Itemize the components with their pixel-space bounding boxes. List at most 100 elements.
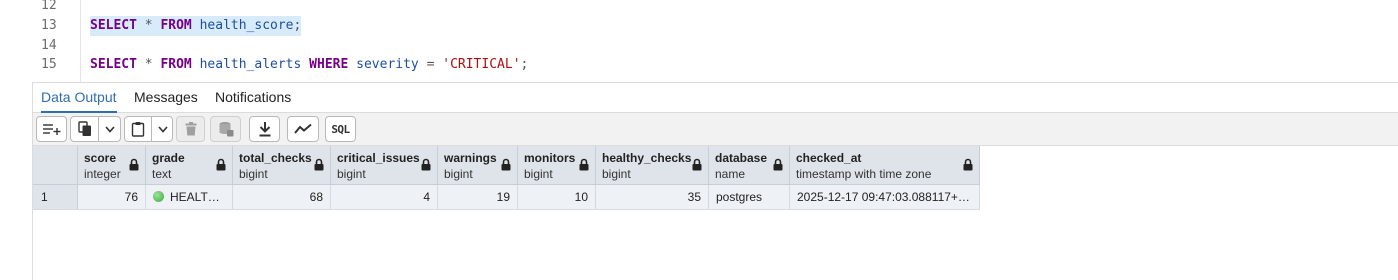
copy-button[interactable]	[71, 117, 98, 141]
line-number: 15	[41, 57, 57, 72]
column-header-monitors[interactable]: monitors bigint	[518, 146, 596, 185]
paste-icon	[131, 122, 145, 137]
lock-icon	[963, 158, 973, 171]
column-type: integer	[84, 167, 121, 181]
column-type: bigint	[602, 167, 631, 181]
column-name: monitors	[524, 151, 576, 165]
results-tab-bar: Data Output Messages Notifications	[33, 82, 1398, 113]
tab-notifications[interactable]: Notifications	[215, 83, 291, 113]
tab-data-output[interactable]: Data Output	[41, 83, 117, 113]
grade-value: HEALT…	[170, 190, 220, 204]
green-status-dot-icon	[153, 191, 164, 202]
semicolon: ;	[520, 57, 529, 72]
column-type: bigint	[444, 167, 473, 181]
table-cell-healthy-checks[interactable]: 35	[596, 185, 709, 210]
keyword-where: WHERE	[309, 57, 349, 72]
keyword-from: FROM	[160, 57, 192, 72]
column-type: name	[715, 167, 746, 181]
lock-icon	[773, 158, 783, 171]
sql-button[interactable]: SQL	[325, 116, 356, 142]
table-cell-database[interactable]: postgres	[709, 185, 790, 210]
column-type: timestamp with time zone	[796, 167, 932, 181]
column-header-checked-at[interactable]: checked_at timestamp with time zone	[790, 146, 980, 185]
add-row-icon	[42, 124, 60, 135]
download-icon	[259, 122, 270, 137]
column-identifier: severity	[356, 57, 419, 72]
data-output-toolbar: SQL	[33, 113, 1398, 146]
download-button[interactable]	[249, 116, 280, 142]
line-number: 12	[41, 0, 57, 13]
table-identifier: health_alerts	[199, 57, 302, 72]
table-cell-monitors[interactable]: 10	[518, 185, 596, 210]
table-cell-score[interactable]: 76	[78, 185, 146, 210]
lock-icon	[501, 158, 511, 171]
column-name: healthy_checks	[602, 151, 692, 165]
code-line-13[interactable]: SELECT * FROM health_score;	[90, 16, 302, 36]
star-operator: *	[136, 18, 161, 33]
sql-icon: SQL	[331, 122, 350, 136]
column-header-database[interactable]: database name	[709, 146, 790, 185]
table-cell-checked-at[interactable]: 2025-12-17 09:47:03.088117+…	[790, 185, 980, 210]
column-type: bigint	[337, 167, 366, 181]
column-header-warnings[interactable]: warnings bigint	[438, 146, 518, 185]
save-data-icon	[219, 122, 233, 137]
tab-messages[interactable]: Messages	[134, 83, 198, 113]
copy-icon	[77, 121, 91, 136]
chevron-down-icon	[157, 125, 168, 133]
keyword-select: SELECT	[90, 57, 137, 72]
graph-icon	[294, 123, 312, 134]
column-header-grade[interactable]: grade text	[146, 146, 233, 185]
lock-icon	[692, 158, 702, 171]
paste-button[interactable]	[125, 117, 151, 141]
save-data-button[interactable]	[210, 116, 241, 142]
lock-icon	[314, 158, 324, 171]
delete-icon	[185, 122, 196, 136]
table-cell-warnings[interactable]: 19	[438, 185, 518, 210]
table-identifier: health_score	[199, 18, 294, 33]
results-panel: Data Output Messages Notifications SQL s…	[32, 82, 1398, 280]
table-cell-total-checks[interactable]: 68	[233, 185, 331, 210]
chevron-down-icon	[105, 125, 115, 133]
paste-button-group	[124, 116, 173, 142]
table-cell-grade[interactable]: HEALT…	[146, 185, 233, 210]
column-name: critical_issues	[337, 151, 420, 165]
lock-icon	[216, 158, 226, 171]
column-type: bigint	[239, 167, 268, 181]
line-number: 13	[41, 18, 57, 33]
star-operator: *	[136, 57, 161, 72]
code-line-15[interactable]: SELECT * FROM health_alerts WHERE severi…	[90, 55, 528, 75]
copy-button-group	[70, 116, 121, 142]
column-name: checked_at	[796, 151, 862, 165]
column-header-score[interactable]: score integer	[78, 146, 146, 185]
column-header-total-checks[interactable]: total_checks bigint	[233, 146, 331, 185]
copy-options-dropdown[interactable]	[98, 117, 120, 141]
row-number[interactable]: 1	[33, 185, 78, 210]
lock-icon	[129, 158, 139, 171]
graph-visualiser-button[interactable]	[287, 116, 319, 142]
column-header-healthy-checks[interactable]: healthy_checks bigint	[596, 146, 709, 185]
column-name: database	[715, 151, 768, 165]
column-name: grade	[152, 151, 185, 165]
line-number-gutter: 12 13 14 15	[0, 0, 82, 82]
column-header-critical-issues[interactable]: critical_issues bigint	[331, 146, 438, 185]
line-number: 14	[41, 38, 57, 53]
keyword-from: FROM	[160, 18, 192, 33]
grid-corner-header[interactable]	[33, 146, 78, 185]
table-cell-critical-issues[interactable]: 4	[331, 185, 438, 210]
sql-editor[interactable]: 12 13 14 15 SELECT * FROM health_score; …	[0, 0, 1398, 82]
gutter-divider	[80, 0, 81, 82]
column-type: bigint	[524, 167, 553, 181]
column-name: score	[84, 151, 117, 165]
equals-operator: =	[418, 57, 443, 72]
column-name: warnings	[444, 151, 497, 165]
column-type: text	[152, 167, 172, 181]
delete-row-button[interactable]	[176, 116, 205, 142]
string-literal: 'CRITICAL'	[442, 57, 521, 72]
lock-icon	[421, 158, 431, 171]
paste-options-dropdown[interactable]	[151, 117, 172, 141]
semicolon: ;	[293, 18, 302, 33]
lock-icon	[579, 158, 589, 171]
add-row-button[interactable]	[36, 116, 67, 142]
column-name: total_checks	[239, 151, 312, 165]
keyword-select: SELECT	[90, 18, 137, 33]
